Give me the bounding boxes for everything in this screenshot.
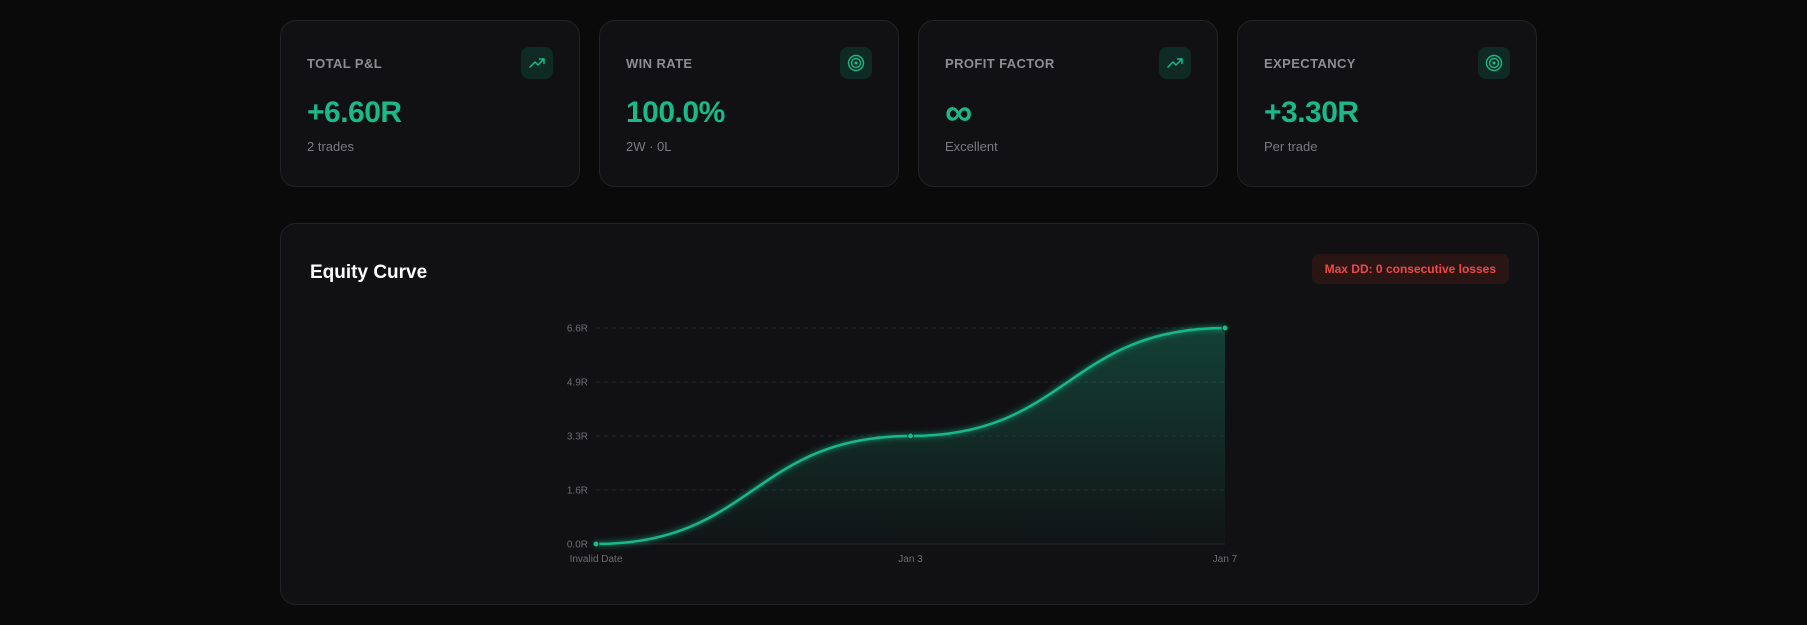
x-tick-label: Jan 3	[898, 554, 923, 565]
stat-card-profit-factor: PROFIT FACTOR ∞ Excellent	[918, 20, 1218, 187]
equity-curve-panel: Equity Curve Max DD: 0 consecutive losse…	[280, 223, 1539, 605]
dashboard: TOTAL P&L +6.60R 2 trades WIN RATE 100.0…	[280, 20, 1539, 605]
equity-point[interactable]	[1221, 324, 1229, 332]
stat-value: +3.30R	[1264, 96, 1359, 129]
x-tick-label: Jan 7	[1213, 554, 1238, 565]
y-tick-label: 3.3R	[567, 432, 588, 443]
stat-label: WIN RATE	[626, 56, 693, 71]
stat-card-expectancy: EXPECTANCY +3.30R Per trade	[1237, 20, 1537, 187]
y-tick-label: 1.6R	[567, 486, 588, 497]
stat-subtext: Excellent	[945, 139, 998, 154]
stat-subtext: 2 trades	[307, 139, 354, 154]
stat-card-total-pnl: TOTAL P&L +6.60R 2 trades	[280, 20, 580, 187]
y-tick-label: 6.6R	[567, 324, 588, 335]
stat-value: 100.0%	[626, 96, 725, 129]
stat-label: TOTAL P&L	[307, 56, 383, 71]
stat-subtext: 2W · 0L	[626, 139, 672, 154]
stat-subtext: Per trade	[1264, 139, 1318, 154]
stat-card-win-rate: WIN RATE 100.0% 2W · 0L	[599, 20, 899, 187]
stat-label: PROFIT FACTOR	[945, 56, 1055, 71]
stat-value: ∞	[945, 92, 973, 134]
stats-row: TOTAL P&L +6.60R 2 trades WIN RATE 100.0…	[280, 20, 1539, 187]
equity-chart[interactable]: 0.0R 1.6R 3.3R 4.9R 6.6R Invalid Date Jan 3 Jan…	[281, 224, 1538, 604]
y-tick-label: 4.9R	[567, 378, 588, 389]
y-tick-label: 0.0R	[567, 540, 588, 551]
trending-up-icon	[1159, 47, 1191, 79]
equity-point[interactable]	[907, 432, 914, 440]
equity-point[interactable]	[592, 540, 600, 548]
target-icon	[1478, 47, 1510, 79]
x-tick-label: Invalid Date	[570, 554, 623, 565]
target-icon	[840, 47, 872, 79]
trending-up-icon	[521, 47, 553, 79]
stat-label: EXPECTANCY	[1264, 56, 1356, 71]
stat-value: +6.60R	[307, 96, 402, 129]
